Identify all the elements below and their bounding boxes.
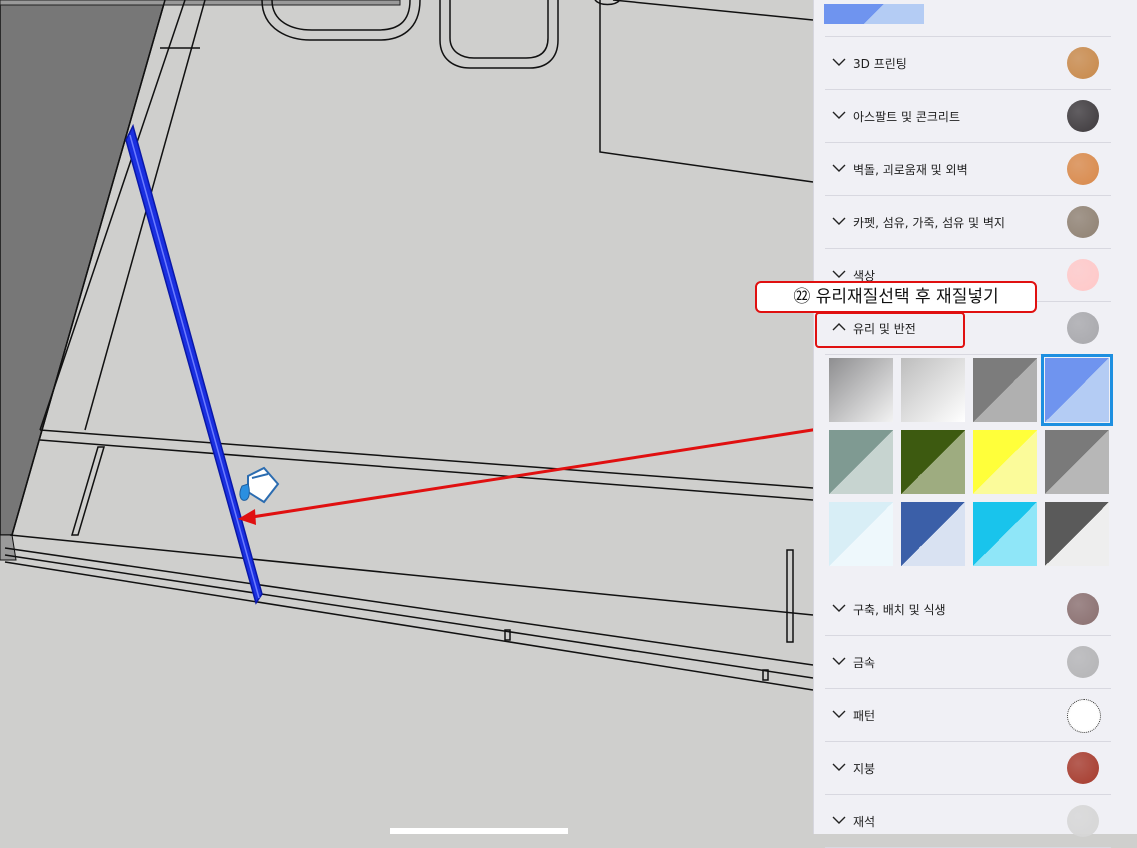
category-label: 금속 xyxy=(853,656,876,670)
category-label: 벽돌, 괴로움재 및 외벽 xyxy=(853,163,968,177)
glass-tile-2[interactable] xyxy=(901,358,965,422)
category-swatch xyxy=(1067,206,1099,238)
category-row[interactable]: 벽돌, 괴로움재 및 외벽 xyxy=(825,143,1111,196)
category-label: 구축, 배치 및 식생 xyxy=(853,603,946,617)
chevron-down-icon xyxy=(832,217,846,225)
chevron-down-icon xyxy=(832,710,846,718)
category-swatch xyxy=(1067,100,1099,132)
category-swatch xyxy=(1067,312,1099,344)
materials-panel: 3D 프린팅아스팔트 및 콘크리트벽돌, 괴로움재 및 외벽카펫, 섬유, 가죽… xyxy=(813,0,1137,848)
glass-tile-5[interactable] xyxy=(829,430,893,494)
category-row[interactable]: 재석 xyxy=(825,795,1111,848)
category-label: 패턴 xyxy=(853,709,876,723)
category-row[interactable]: 패턴 xyxy=(825,689,1111,742)
chevron-down-icon xyxy=(832,657,846,665)
instruction-callout: ㉒ 유리재질선택 후 재질넣기 xyxy=(755,281,1037,313)
chevron-down-icon xyxy=(832,58,846,66)
category-highlight-box xyxy=(815,312,965,348)
category-row[interactable]: 금속 xyxy=(825,636,1111,689)
glass-tile-4[interactable] xyxy=(1041,354,1113,426)
category-swatch xyxy=(1067,646,1099,678)
category-label: 재석 xyxy=(853,815,876,829)
chevron-down-icon xyxy=(832,763,846,771)
glass-tile-9[interactable] xyxy=(829,502,893,566)
chevron-down-icon xyxy=(832,816,846,824)
chevron-down-icon xyxy=(832,604,846,612)
chevron-down-icon xyxy=(832,270,846,278)
glass-tile-12[interactable] xyxy=(1045,502,1109,566)
category-swatch xyxy=(1067,47,1099,79)
category-swatch xyxy=(1067,593,1099,625)
category-swatch xyxy=(1067,752,1099,784)
glass-tile-7[interactable] xyxy=(973,430,1037,494)
category-label: 지붕 xyxy=(853,762,876,776)
category-label: 카펫, 섬유, 가죽, 섬유 및 벽지 xyxy=(853,216,1005,230)
category-swatch xyxy=(1067,805,1099,837)
glass-tile-3[interactable] xyxy=(973,358,1037,422)
glass-tile-11[interactable] xyxy=(973,502,1037,566)
partial-top-swatch xyxy=(824,4,924,24)
glass-tile-6[interactable] xyxy=(901,430,965,494)
category-row[interactable]: 카펫, 섬유, 가죽, 섬유 및 벽지 xyxy=(825,196,1111,249)
category-label: 3D 프린팅 xyxy=(853,57,907,71)
category-label: 아스팔트 및 콘크리트 xyxy=(853,110,960,124)
glass-tile-1[interactable] xyxy=(829,358,893,422)
category-row[interactable]: 구축, 배치 및 식생 xyxy=(825,583,1111,636)
category-swatch xyxy=(1067,259,1099,291)
category-swatch xyxy=(1067,699,1101,733)
category-row[interactable]: 3D 프린팅 xyxy=(825,37,1111,90)
category-row[interactable]: 지붕 xyxy=(825,742,1111,795)
glass-tile-10[interactable] xyxy=(901,502,965,566)
chevron-down-icon xyxy=(832,164,846,172)
glass-tile-8[interactable] xyxy=(1045,430,1109,494)
category-row[interactable]: 아스팔트 및 콘크리트 xyxy=(825,90,1111,143)
category-swatch xyxy=(1067,153,1099,185)
chevron-down-icon xyxy=(832,111,846,119)
